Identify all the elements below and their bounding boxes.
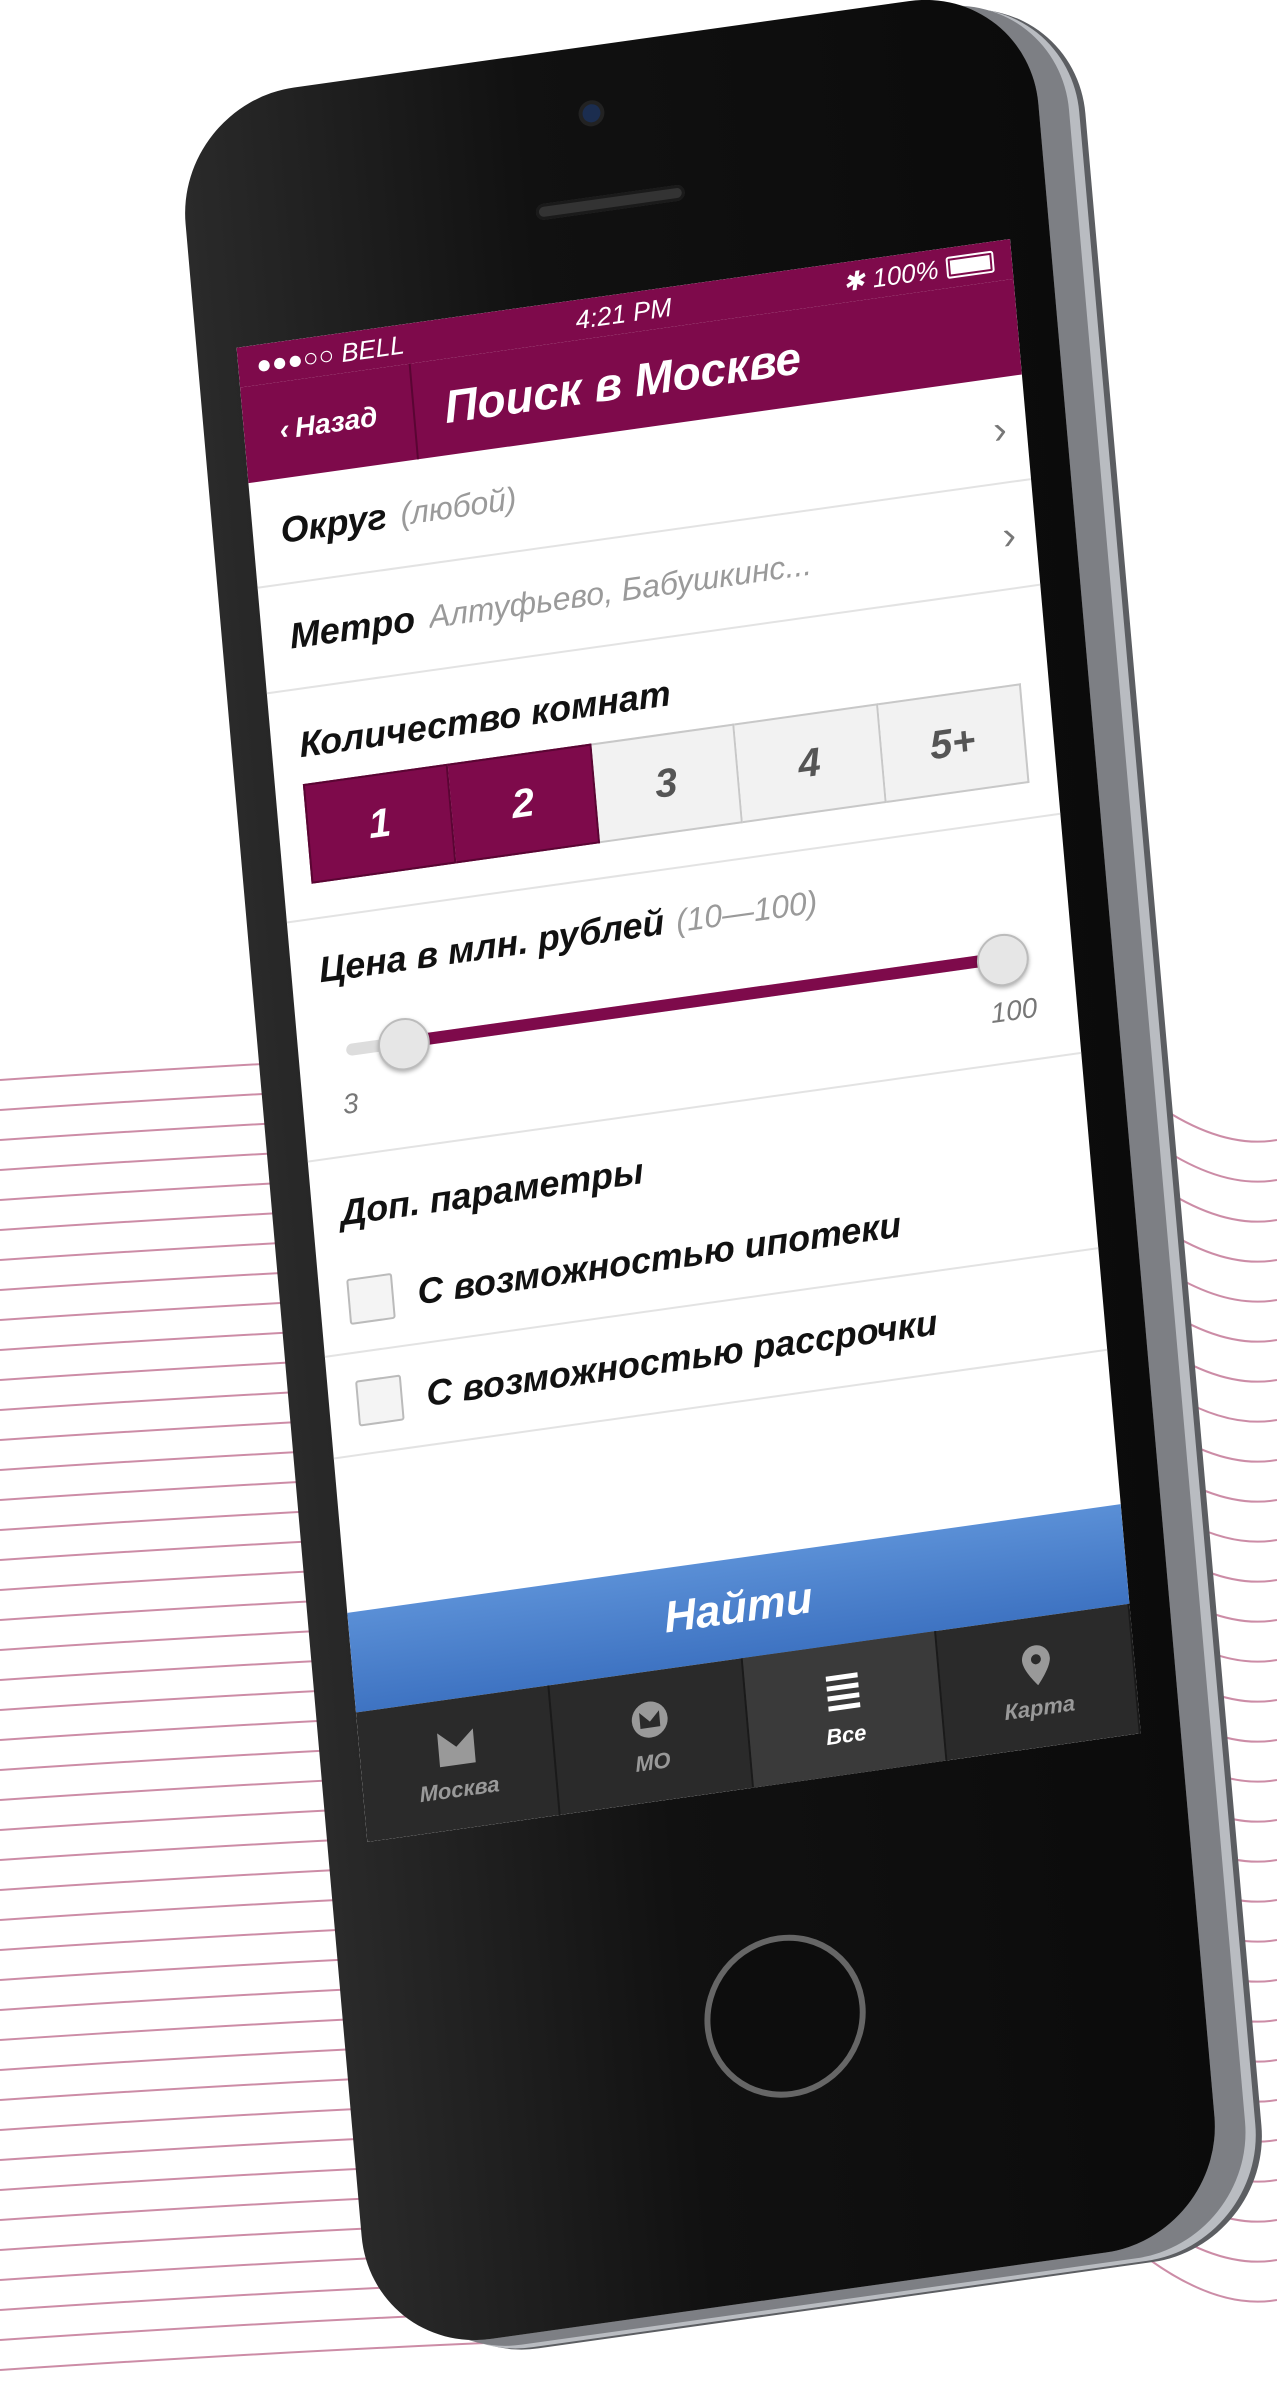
chevron-right-icon: › — [1000, 512, 1018, 558]
battery-text: 100% — [871, 253, 940, 293]
tab-map-label: Карта — [1003, 1690, 1076, 1726]
app-screen: ●●●○○ BELL 4:21 PM ✱ 100% ‹ Назад Поиск … — [236, 238, 1141, 1842]
tab-map[interactable]: Карта — [936, 1603, 1141, 1761]
tab-all-label: Все — [825, 1719, 868, 1751]
rooms-option-5plus[interactable]: 5+ — [877, 683, 1030, 803]
bluetooth-icon: ✱ — [841, 264, 866, 298]
tab-moscow[interactable]: Москва — [355, 1685, 561, 1842]
mortgage-checkbox[interactable] — [346, 1272, 396, 1326]
slider-max-thumb[interactable] — [974, 930, 1031, 990]
map-pin-icon — [1021, 1645, 1050, 1686]
price-range: (10—100) — [674, 883, 819, 940]
battery-icon — [945, 250, 995, 280]
rooms-option-2[interactable]: 2 — [448, 743, 600, 864]
rooms-option-1[interactable]: 1 — [302, 763, 457, 884]
moscow-icon — [436, 1728, 476, 1768]
slider-min-label: 3 — [341, 1087, 360, 1121]
tab-moscow-label: Москва — [418, 1771, 501, 1808]
phone-mockup: ●●●○○ BELL 4:21 PM ✱ 100% ‹ Назад Поиск … — [0, 0, 1277, 2388]
tab-mo-label: МО — [634, 1747, 672, 1777]
slider-min-thumb[interactable] — [375, 1014, 432, 1074]
chevron-left-icon: ‹ — [278, 413, 291, 446]
installment-checkbox[interactable] — [355, 1374, 405, 1427]
rooms-option-3[interactable]: 3 — [591, 723, 744, 844]
slider-max-label: 100 — [989, 991, 1039, 1030]
back-label: Назад — [293, 400, 379, 444]
chevron-right-icon: › — [991, 406, 1009, 453]
metro-label: Метро — [288, 598, 417, 657]
district-label: Округ — [278, 495, 389, 552]
tab-all[interactable]: Все — [742, 1630, 948, 1788]
tab-mo[interactable]: МО — [549, 1658, 755, 1815]
list-icon — [825, 1672, 860, 1712]
mo-icon — [631, 1701, 668, 1738]
phone-body: ●●●○○ BELL 4:21 PM ✱ 100% ‹ Назад Поиск … — [175, 0, 1225, 2356]
rooms-option-4[interactable]: 4 — [734, 703, 887, 824]
